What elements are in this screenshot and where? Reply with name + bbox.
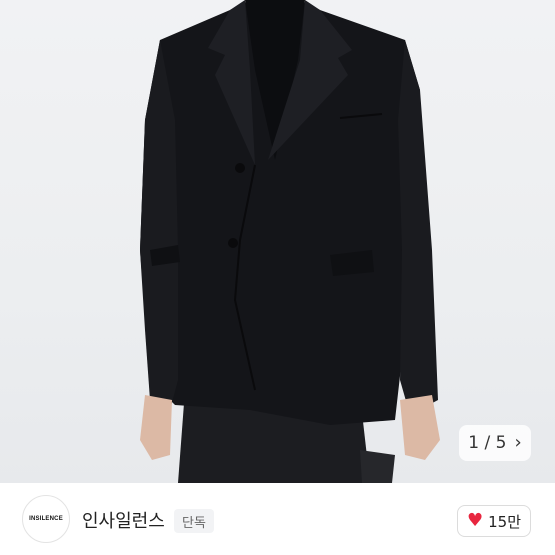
exclusive-badge: 단독 — [174, 509, 214, 533]
like-button[interactable]: ♥ 15만 — [457, 505, 531, 537]
brand-logo[interactable]: INSILENCE — [22, 495, 70, 543]
image-counter[interactable]: 1 / 5 › — [459, 425, 531, 461]
jacket-photo — [140, 0, 440, 483]
image-counter-text: 1 / 5 — [468, 433, 507, 453]
product-image[interactable]: 1 / 5 › — [0, 0, 555, 483]
heart-icon: ♥ — [466, 510, 484, 531]
brand-name[interactable]: 인사일런스 — [82, 507, 165, 533]
like-count: 15만 — [488, 512, 522, 531]
brand-logo-text: INSILENCE — [29, 516, 63, 522]
chevron-right-icon[interactable]: › — [515, 434, 522, 452]
